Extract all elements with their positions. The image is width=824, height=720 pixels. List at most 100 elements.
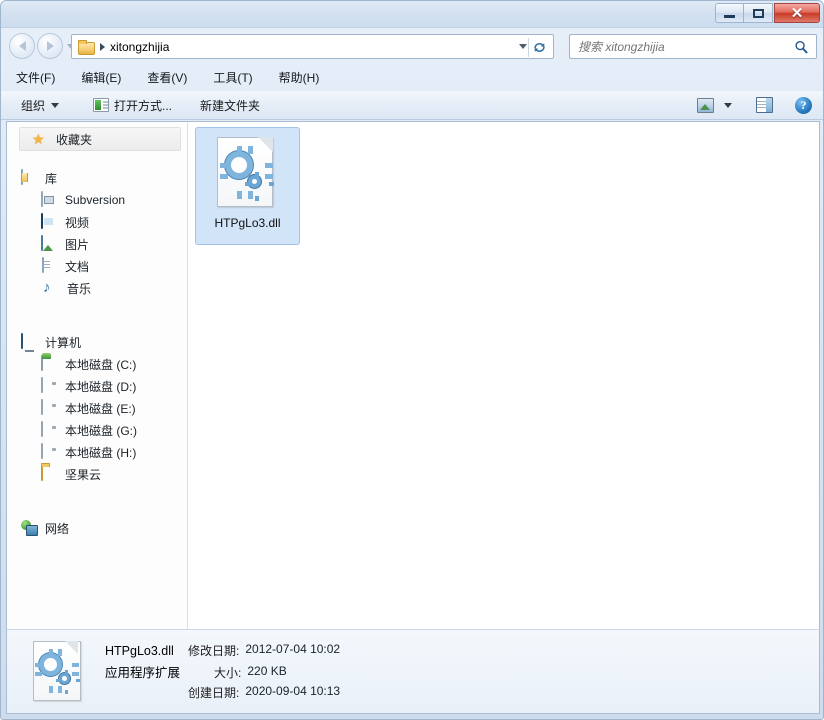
details-modified-row: 修改日期: 2012-07-04 10:02 [188,642,340,659]
sidebar-item-drive-e[interactable]: 本地磁盘 (E:) [7,397,187,419]
menu-item-help[interactable]: 帮助(H) [276,67,323,88]
drive-icon [41,399,43,415]
sidebar-label-drive-h: 本地磁盘 (H:) [65,445,137,460]
sidebar-label-computer: 计算机 [45,335,82,350]
menu-item-file[interactable]: 文件(F) [13,67,58,88]
sidebar-label-drive-e: 本地磁盘 (E:) [65,401,136,416]
drive-icon [41,421,43,437]
gear-large-icon [219,146,253,179]
sidebar-label-documents: 文档 [65,259,90,274]
music-icon: ♪ [43,279,51,296]
page-fold-icon [257,137,273,152]
sidebar-item-libraries[interactable]: 库 [7,167,187,189]
menu-item-tools[interactable]: 工具(T) [210,67,255,88]
open-with-label: 打开方式... [114,98,173,113]
sidebar-item-computer[interactable]: 计算机 [7,331,187,353]
view-mode-button[interactable] [692,95,719,116]
help-icon: ? [795,96,812,114]
breadcrumb-separator-icon [100,42,105,51]
help-button[interactable]: ? [790,94,817,117]
page-fold-icon [65,640,78,654]
explorer-window: ✕ xitongzhijia 搜索 xitongzhijia 文件(F) 编辑(… [0,0,824,720]
details-created-label: 创建日期: [188,686,240,700]
minimize-icon [724,14,735,18]
sidebar-item-network[interactable]: 网络 [7,517,187,539]
close-icon: ✕ [790,4,804,22]
sidebar-item-documents[interactable]: 文档 [7,255,187,277]
chevron-down-icon [51,102,60,108]
file-item-dll[interactable]: HTPgLo3.dll [195,127,300,245]
details-text-grid: HTPgLo3.dll 修改日期: 2012-07-04 10:02 应用程序扩… [105,642,340,701]
maximize-icon [752,8,764,18]
new-folder-button[interactable]: 新建文件夹 [194,94,266,117]
close-button[interactable]: ✕ [774,3,820,23]
back-button[interactable] [9,33,35,59]
refresh-icon[interactable] [530,38,549,57]
details-size-label: 大小: [214,666,242,680]
search-input[interactable] [578,39,783,54]
title-bar: ✕ [1,1,823,28]
system-drive-icon [41,355,43,371]
sidebar-item-drive-h[interactable]: 本地磁盘 (H:) [7,441,187,463]
sidebar-item-jianguoyun[interactable]: 坚果云 [7,463,187,485]
new-folder-label: 新建文件夹 [200,98,261,113]
details-created-value: 2020-09-04 10:13 [245,684,341,698]
details-modified-value: 2012-07-04 10:02 [245,642,341,656]
sidebar-label-drive-g: 本地磁盘 (G:) [65,423,137,438]
gear-large-icon [35,648,62,676]
picture-icon [41,235,43,251]
details-file-icon [33,640,83,703]
sidebar-label-network: 网络 [45,521,70,536]
back-arrow-icon [18,41,26,51]
maximize-button[interactable] [744,3,773,23]
sidebar-item-favorites[interactable]: ★ 收藏夹 [19,127,181,151]
open-with-button[interactable]: 打开方式... [87,94,178,117]
menu-item-edit[interactable]: 编辑(E) [78,67,124,88]
view-mode-icon [697,97,714,113]
breadcrumb-current-folder[interactable]: xitongzhijia [110,40,169,54]
gear-small-icon [244,172,261,188]
folder-icon [41,465,43,481]
drive-icon [41,377,43,393]
sidebar-label-subversion: Subversion [65,193,126,207]
sidebar-label-drive-c: 本地磁盘 (C:) [65,357,137,372]
preview-pane-button[interactable] [751,94,778,116]
toolbar-right-group: ? [692,94,817,117]
sidebar-label-drive-d: 本地磁盘 (D:) [65,379,137,394]
sidebar-item-drive-g[interactable]: 本地磁盘 (G:) [7,419,187,441]
file-list-pane[interactable]: HTPgLo3.dll [188,122,819,629]
details-pane: HTPgLo3.dll 修改日期: 2012-07-04 10:02 应用程序扩… [6,629,820,714]
sidebar-item-pictures[interactable]: 图片 [7,233,187,255]
refresh-glyph [534,42,545,53]
minimize-button[interactable] [715,3,744,23]
sidebar-label-jianguoyun: 坚果云 [65,467,102,482]
organize-label: 组织 [21,98,46,113]
sidebar-item-videos[interactable]: 视频 [7,211,187,233]
menu-item-view[interactable]: 查看(V) [144,67,190,88]
computer-icon [21,333,23,349]
sidebar-item-drive-d[interactable]: 本地磁盘 (D:) [7,375,187,397]
address-bar[interactable]: xitongzhijia [71,34,554,59]
forward-arrow-icon [46,41,54,51]
organize-button[interactable]: 组织 [15,94,65,117]
search-icon[interactable] [794,39,809,55]
address-dropdown-icon[interactable] [519,44,527,49]
view-mode-dropdown[interactable] [719,100,737,111]
sidebar-item-subversion[interactable]: Subversion [7,189,187,211]
forward-button[interactable] [37,33,63,59]
navigation-buttons [9,33,75,59]
address-divider [528,38,529,57]
search-box[interactable] [569,34,817,59]
sidebar-item-music[interactable]: ♪ 音乐 [7,277,187,299]
folder-icon [78,40,95,55]
sidebar-item-drive-c[interactable]: 本地磁盘 (C:) [7,353,187,375]
document-icon [42,257,44,273]
sidebar-label-favorites: 收藏夹 [56,132,93,147]
menu-bar: 文件(F) 编辑(E) 查看(V) 工具(T) 帮助(H) [1,65,823,90]
sidebar-label-pictures: 图片 [65,237,90,252]
dll-file-icon [216,137,279,209]
